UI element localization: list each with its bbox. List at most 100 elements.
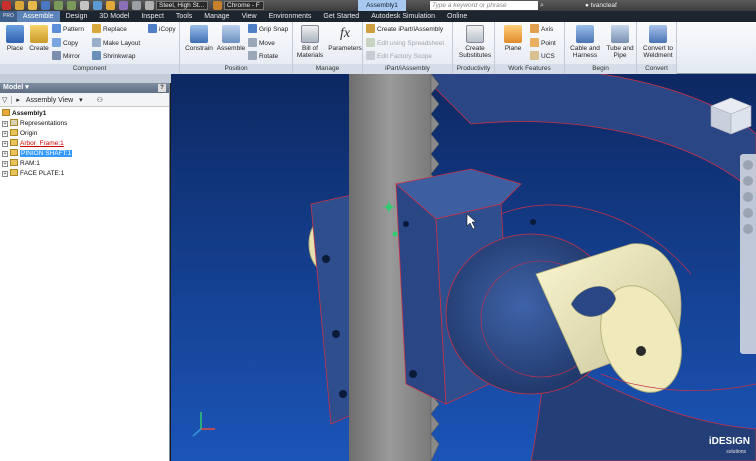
user-account[interactable]: ● tvancleaf bbox=[585, 0, 617, 11]
ucs-label: UCS bbox=[541, 53, 555, 60]
look-at-icon[interactable] bbox=[743, 224, 753, 234]
grip-snap-label: Grip Snap bbox=[259, 26, 289, 33]
point-button[interactable]: Point bbox=[530, 38, 556, 50]
tube-pipe-line1: Tube and bbox=[606, 45, 634, 52]
expand-icon[interactable]: + bbox=[2, 151, 8, 157]
position-panel: Constrain Assemble Grip Snap Move Rotate… bbox=[180, 22, 293, 74]
help-icon[interactable]: ? bbox=[158, 84, 166, 92]
tab-environments[interactable]: Environments bbox=[263, 11, 318, 22]
measure-icon[interactable] bbox=[119, 1, 128, 10]
select-icon[interactable] bbox=[80, 1, 89, 10]
expand-icon[interactable]: + bbox=[2, 141, 8, 147]
tab-inspect[interactable]: Inspect bbox=[135, 11, 170, 22]
tree-item[interactable]: + RAM:1 bbox=[2, 159, 40, 169]
convert-weldment-button[interactable]: Convert to Weldment bbox=[639, 24, 677, 62]
model-canvas[interactable] bbox=[171, 74, 756, 461]
tree-item[interactable]: + Origin bbox=[2, 129, 37, 139]
assemble-button[interactable]: Assemble bbox=[216, 24, 246, 62]
pattern-button[interactable]: Pattern bbox=[52, 24, 84, 36]
material-select[interactable]: Steel, High St... bbox=[156, 1, 208, 10]
constrain-button[interactable]: Constrain bbox=[184, 24, 214, 62]
manage-panel-title: Manage bbox=[293, 64, 362, 74]
create-component-button[interactable]: Create bbox=[24, 24, 54, 62]
replace-button[interactable]: Replace bbox=[92, 24, 127, 36]
expand-icon[interactable]: + bbox=[2, 131, 8, 137]
view-selector[interactable]: ▸ Assembly View ▾ bbox=[11, 95, 86, 104]
tab-assemble[interactable]: Assemble bbox=[16, 11, 60, 22]
create-substitutes-button[interactable]: Create Substitutes bbox=[457, 24, 493, 62]
position-panel-title: Position bbox=[180, 64, 292, 74]
mirror-button[interactable]: Mirror bbox=[52, 51, 80, 63]
axis-button[interactable]: Axis bbox=[530, 24, 553, 36]
expand-icon[interactable]: + bbox=[2, 161, 8, 167]
cable-harness-button[interactable]: Cable and Harness bbox=[567, 24, 603, 62]
shrinkwrap-button[interactable]: Shrinkwrap bbox=[92, 51, 136, 63]
redo-icon[interactable] bbox=[67, 1, 76, 10]
idesign-logo-sub: solutions bbox=[726, 449, 746, 455]
part-icon bbox=[10, 169, 18, 176]
expand-icon[interactable]: + bbox=[2, 121, 8, 127]
return-icon[interactable] bbox=[93, 1, 102, 10]
undo-icon[interactable] bbox=[54, 1, 63, 10]
new-file-icon[interactable] bbox=[15, 1, 24, 10]
tab-manage[interactable]: Manage bbox=[198, 11, 235, 22]
make-layout-button[interactable]: Make Layout bbox=[92, 38, 140, 50]
viewcube[interactable] bbox=[710, 97, 752, 135]
plane-button[interactable]: Plane bbox=[498, 24, 528, 62]
create-substitutes-line1: Create bbox=[465, 45, 485, 52]
idesign-logo: iDESIGN bbox=[708, 436, 750, 447]
zoom-icon[interactable] bbox=[743, 192, 753, 202]
graphics-viewport[interactable]: iDESIGN solutions bbox=[171, 74, 756, 461]
bill-of-materials-button[interactable]: Bill of Materials bbox=[295, 24, 325, 62]
filter-icon[interactable]: ▽ bbox=[2, 96, 7, 104]
edit-spreadsheet-button[interactable]: Edit using Spreadsheet bbox=[366, 38, 444, 50]
tab-tools[interactable]: Tools bbox=[170, 11, 198, 22]
assemble-icon bbox=[222, 25, 240, 43]
hub-hole bbox=[530, 219, 536, 225]
tab-autodesk-simulation[interactable]: Autodesk Simulation bbox=[365, 11, 441, 22]
move-button[interactable]: Move bbox=[248, 38, 275, 50]
find-icon[interactable]: ⚇ bbox=[97, 96, 103, 104]
search-icon[interactable]: ⌕ bbox=[540, 1, 549, 10]
tree-item[interactable]: + FACE PLATE:1 bbox=[2, 169, 64, 179]
grip-snap-button[interactable]: Grip Snap bbox=[248, 24, 288, 36]
tube-pipe-button[interactable]: Tube and Pipe bbox=[603, 24, 637, 62]
mirror-icon bbox=[52, 51, 61, 60]
edit-factory-scope-button[interactable]: Edit Factory Scope bbox=[366, 51, 432, 63]
create-ipart-button[interactable]: Create iPart/iAssembly bbox=[366, 24, 443, 36]
ipart-panel: Create iPart/iAssembly Edit using Spread… bbox=[363, 22, 453, 74]
app-menu-icon[interactable] bbox=[2, 1, 11, 10]
tab-get-started[interactable]: Get Started bbox=[317, 11, 365, 22]
icopy-button[interactable]: iCopy bbox=[148, 24, 176, 36]
save-icon[interactable] bbox=[41, 1, 50, 10]
steering-wheel-icon[interactable] bbox=[743, 160, 753, 170]
tree-item[interactable]: + PINION SHAFT:1 bbox=[2, 149, 73, 159]
pattern-icon bbox=[52, 24, 61, 33]
tab-3d-model[interactable]: 3D Model bbox=[93, 11, 135, 22]
project-icon[interactable] bbox=[132, 1, 141, 10]
create-substitutes-line2: Substitutes bbox=[458, 52, 492, 59]
ucs-button[interactable]: UCS bbox=[530, 51, 555, 63]
pan-icon[interactable] bbox=[743, 176, 753, 186]
tab-pro[interactable]: PRO bbox=[0, 11, 17, 22]
parameters-button[interactable]: fx Parameters bbox=[327, 24, 363, 62]
open-file-icon[interactable] bbox=[28, 1, 37, 10]
tab-online[interactable]: Online bbox=[441, 11, 473, 22]
browser-dropdown-icon[interactable]: ▾ bbox=[25, 84, 29, 91]
tree-item[interactable]: + Representations bbox=[2, 119, 67, 129]
appearance-select[interactable]: Chrome - F bbox=[224, 1, 264, 10]
create-ipart-icon bbox=[366, 24, 375, 33]
tab-design[interactable]: Design bbox=[60, 11, 94, 22]
orbit-icon[interactable] bbox=[743, 208, 753, 218]
update-icon[interactable] bbox=[106, 1, 115, 10]
browser-header[interactable]: Model ▾ ? bbox=[0, 83, 169, 93]
tree-root[interactable]: Assembly1 bbox=[2, 109, 46, 119]
expand-icon[interactable]: + bbox=[2, 171, 8, 177]
tab-view[interactable]: View bbox=[236, 11, 263, 22]
document-title: Assembly1 bbox=[358, 0, 406, 11]
copy-button[interactable]: Copy bbox=[52, 38, 78, 50]
part-icon bbox=[10, 149, 18, 156]
help-search-input[interactable]: Type a keyword or phrase bbox=[430, 1, 538, 10]
rotate-button[interactable]: Rotate bbox=[248, 51, 278, 63]
tree-item[interactable]: + Arbor_Frame:1 bbox=[2, 139, 64, 149]
